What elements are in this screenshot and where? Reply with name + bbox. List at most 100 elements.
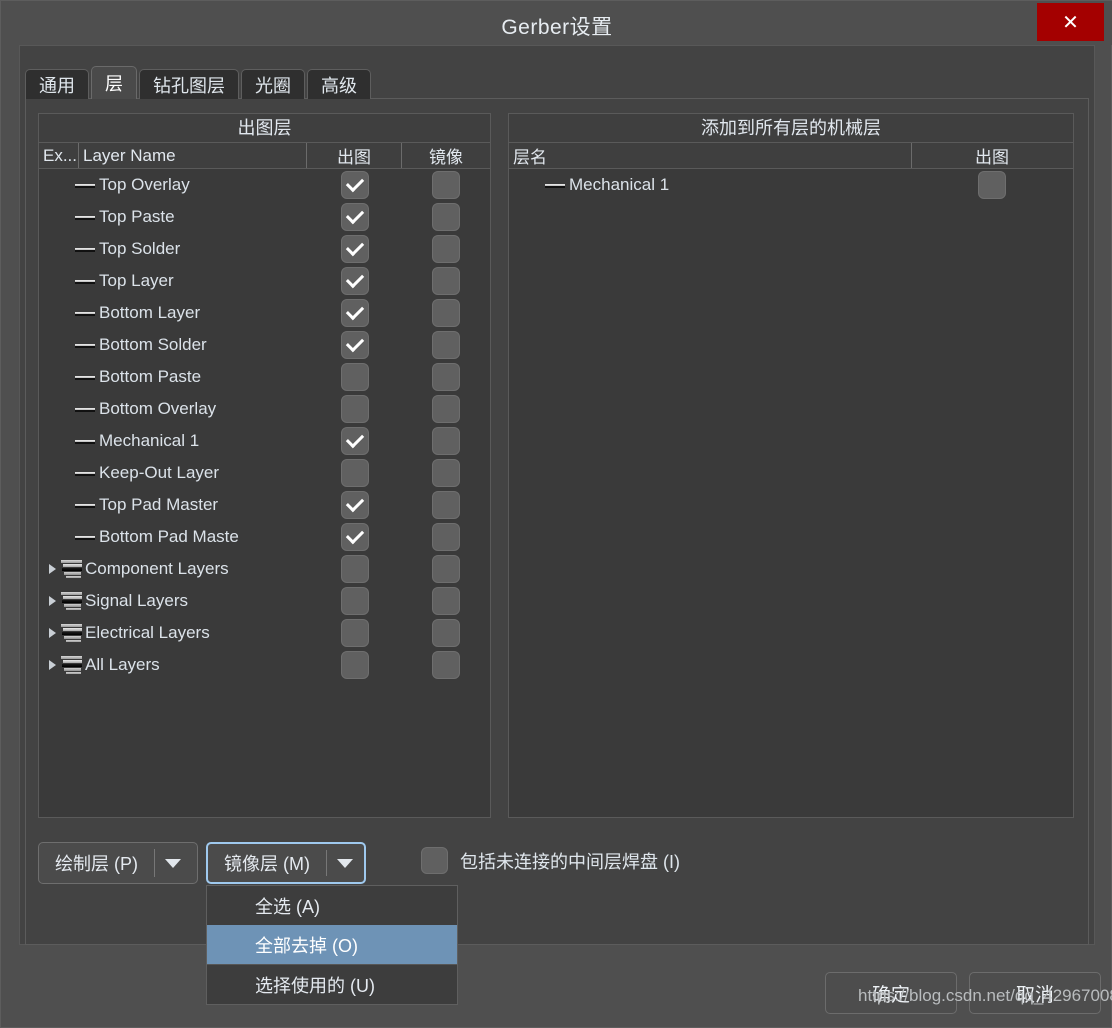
plot-layers-dropdown-button[interactable]: 绘制层 (P) [38, 842, 198, 884]
expand-arrow-icon[interactable] [45, 564, 59, 574]
layer-name-label: Electrical Layers [85, 623, 210, 642]
mirror-checkbox-cell [402, 587, 490, 615]
mirror-checkbox-cell [402, 363, 490, 391]
table-row[interactable]: Top Pad Master [39, 489, 490, 521]
expand-arrow-icon[interactable] [45, 596, 59, 606]
plot-checkbox[interactable] [340, 299, 369, 327]
plot-checkbox-cell [307, 331, 402, 359]
menu-item-label: 全选 (A) [255, 896, 320, 917]
cancel-button[interactable]: 取消 [969, 972, 1101, 1014]
table-row[interactable]: Component Layers [39, 553, 490, 585]
mirror-checkbox[interactable] [432, 651, 460, 679]
plot-checkbox[interactable] [340, 331, 369, 359]
table-row[interactable]: Top Solder [39, 233, 490, 265]
layer-name-label: Component Layers [85, 559, 229, 578]
plot-checkbox[interactable] [340, 395, 369, 423]
table-row[interactable]: Bottom Pad Maste [39, 521, 490, 553]
single-layer-icon [73, 527, 97, 547]
mirror-checkbox[interactable] [432, 459, 460, 487]
layer-name-cell: Bottom Paste [39, 367, 307, 387]
tab-1[interactable]: 层 [91, 66, 137, 99]
plot-checkbox[interactable] [340, 523, 369, 551]
mirror-checkbox[interactable] [432, 331, 460, 359]
table-row[interactable]: Bottom Paste [39, 361, 490, 393]
plot-checkbox-cell [307, 555, 402, 583]
mirror-checkbox[interactable] [432, 587, 460, 615]
plot-checkbox[interactable] [340, 235, 369, 263]
chevron-down-icon[interactable] [327, 844, 363, 882]
plot-checkbox[interactable] [340, 491, 369, 519]
table-row[interactable]: Top Layer [39, 265, 490, 297]
plot-checkbox[interactable] [340, 651, 369, 679]
mirror-checkbox[interactable] [432, 267, 460, 295]
layer-name-label: Top Overlay [99, 175, 190, 194]
chevron-down-icon[interactable] [155, 843, 191, 883]
mirror-checkbox-cell [402, 427, 490, 455]
table-row[interactable]: Signal Layers [39, 585, 490, 617]
ok-button[interactable]: 确定 [825, 972, 957, 1014]
menu-item[interactable]: 选择使用的 (U) [207, 965, 457, 1004]
mechanical-layers-column-header: 层名 出图 [509, 143, 1073, 169]
single-layer-icon [73, 431, 97, 451]
tab-0[interactable]: 通用 [25, 69, 89, 99]
cancel-button-label: 取消 [1015, 984, 1054, 1006]
mirror-checkbox[interactable] [432, 203, 460, 231]
plot-checkbox[interactable] [340, 203, 369, 231]
tab-4[interactable]: 高级 [307, 69, 371, 99]
plot-checkbox[interactable] [340, 171, 369, 199]
mirror-checkbox[interactable] [432, 427, 460, 455]
tab-2[interactable]: 钻孔图层 [139, 69, 239, 99]
include-unconnected-pads-checkbox-row[interactable]: 包括未连接的中间层焊盘 (I) [421, 847, 680, 874]
plot-checkbox[interactable] [340, 363, 369, 391]
layer-name-cell: Bottom Overlay [39, 399, 307, 419]
table-row[interactable]: Top Paste [39, 201, 490, 233]
layer-name-label: Bottom Solder [99, 335, 207, 354]
column-header-extension: Ex... [39, 143, 79, 168]
plot-checkbox[interactable] [340, 587, 369, 615]
plot-checkbox-cell [912, 171, 1072, 199]
plot-checkbox[interactable] [978, 171, 1006, 199]
mirror-checkbox[interactable] [432, 363, 460, 391]
mirror-checkbox[interactable] [432, 235, 460, 263]
plot-checkbox-cell [307, 651, 402, 679]
close-button[interactable]: ✕ [1037, 3, 1104, 41]
layer-name-cell: Mechanical 1 [509, 175, 912, 195]
tab-label: 光圈 [255, 75, 291, 96]
table-row[interactable]: Electrical Layers [39, 617, 490, 649]
mirror-checkbox[interactable] [432, 395, 460, 423]
mirror-checkbox[interactable] [432, 171, 460, 199]
table-row[interactable]: All Layers [39, 649, 490, 681]
table-row[interactable]: Bottom Overlay [39, 393, 490, 425]
plot-checkbox-cell [307, 203, 402, 231]
mechanical-layers-rows: Mechanical 1 [509, 169, 1073, 201]
table-row[interactable]: Top Overlay [39, 169, 490, 201]
expand-arrow-icon[interactable] [45, 628, 59, 638]
layer-name-cell: Top Solder [39, 239, 307, 259]
mirror-checkbox[interactable] [432, 299, 460, 327]
mirror-checkbox[interactable] [432, 619, 460, 647]
expand-arrow-icon[interactable] [45, 660, 59, 670]
layer-name-label: All Layers [85, 655, 160, 674]
table-row[interactable]: Mechanical 1 [39, 425, 490, 457]
include-unconnected-pads-checkbox[interactable] [421, 847, 448, 874]
table-row[interactable]: Mechanical 1 [509, 169, 1073, 201]
plot-checkbox-cell [307, 587, 402, 615]
menu-item[interactable]: 全部去掉 (O) [207, 925, 457, 964]
plot-checkbox[interactable] [340, 555, 369, 583]
plot-checkbox[interactable] [340, 427, 369, 455]
table-row[interactable]: Bottom Layer [39, 297, 490, 329]
single-layer-icon [543, 175, 567, 195]
mirror-checkbox[interactable] [432, 491, 460, 519]
table-row[interactable]: Keep-Out Layer [39, 457, 490, 489]
menu-item[interactable]: 全选 (A) [207, 886, 457, 925]
layer-name-label: Top Paste [99, 207, 175, 226]
table-row[interactable]: Bottom Solder [39, 329, 490, 361]
plot-checkbox[interactable] [340, 267, 369, 295]
mirror-checkbox[interactable] [432, 523, 460, 551]
mirror-layers-dropdown-button[interactable]: 镜像层 (M) [206, 842, 366, 884]
tab-3[interactable]: 光圈 [241, 69, 305, 99]
mirror-checkbox[interactable] [432, 555, 460, 583]
plot-checkbox[interactable] [340, 459, 369, 487]
plot-checkbox[interactable] [340, 619, 369, 647]
title-bar: Gerber设置 ✕ [1, 1, 1112, 45]
